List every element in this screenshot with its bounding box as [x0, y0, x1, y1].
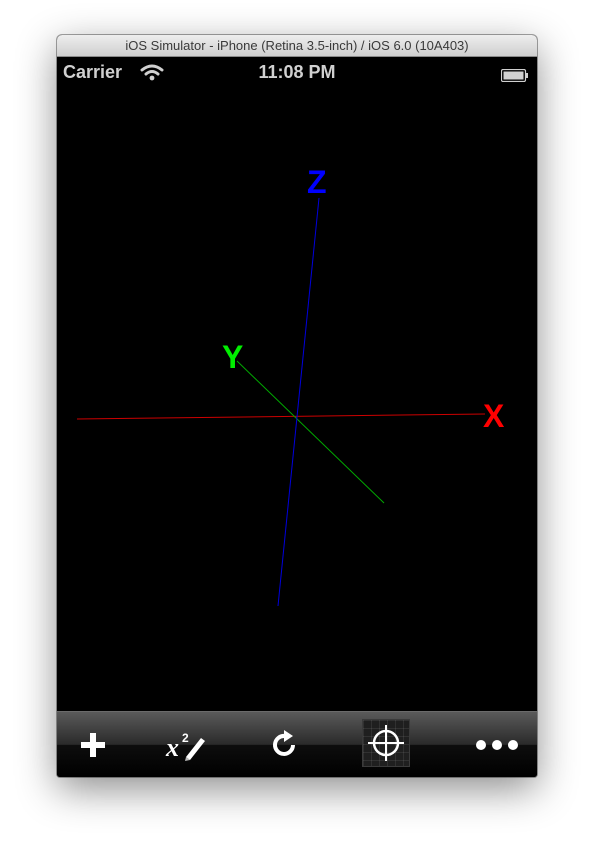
- window-title: iOS Simulator - iPhone (Retina 3.5-inch)…: [57, 35, 537, 57]
- refresh-button[interactable]: [260, 720, 310, 770]
- battery-icon: [500, 66, 529, 83]
- more-dots-icon: [476, 740, 518, 750]
- svg-text:2: 2: [182, 731, 189, 745]
- x-axis-label: X: [483, 398, 505, 434]
- simulator-window: iOS Simulator - iPhone (Retina 3.5-inch)…: [57, 35, 537, 777]
- crosshair-target-icon: [368, 725, 404, 761]
- bottom-toolbar: x 2: [57, 711, 537, 777]
- status-time: 11:08 PM: [258, 62, 336, 82]
- plus-icon: [81, 733, 105, 757]
- z-axis-line: [277, 197, 320, 607]
- z-axis-label: Z: [307, 164, 327, 200]
- y-axis-label: Y: [222, 339, 243, 375]
- axes-viewport[interactable]: X Y Z: [57, 87, 537, 711]
- function-edit-icon: x 2: [165, 731, 205, 762]
- add-button[interactable]: [68, 720, 118, 770]
- status-bar: Carrier 11:08 PM: [57, 57, 537, 87]
- recenter-button[interactable]: [362, 719, 410, 767]
- edit-function-button[interactable]: x 2: [161, 720, 211, 770]
- x-axis-line: [76, 413, 486, 420]
- refresh-icon: [273, 730, 295, 756]
- axes-canvas: X Y Z: [76, 164, 505, 607]
- y-axis-line: [236, 360, 385, 504]
- more-button[interactable]: [472, 720, 522, 770]
- svg-text:x: x: [165, 733, 179, 762]
- device-screen: Carrier 11:08 PM X Y Z x 2: [57, 57, 537, 777]
